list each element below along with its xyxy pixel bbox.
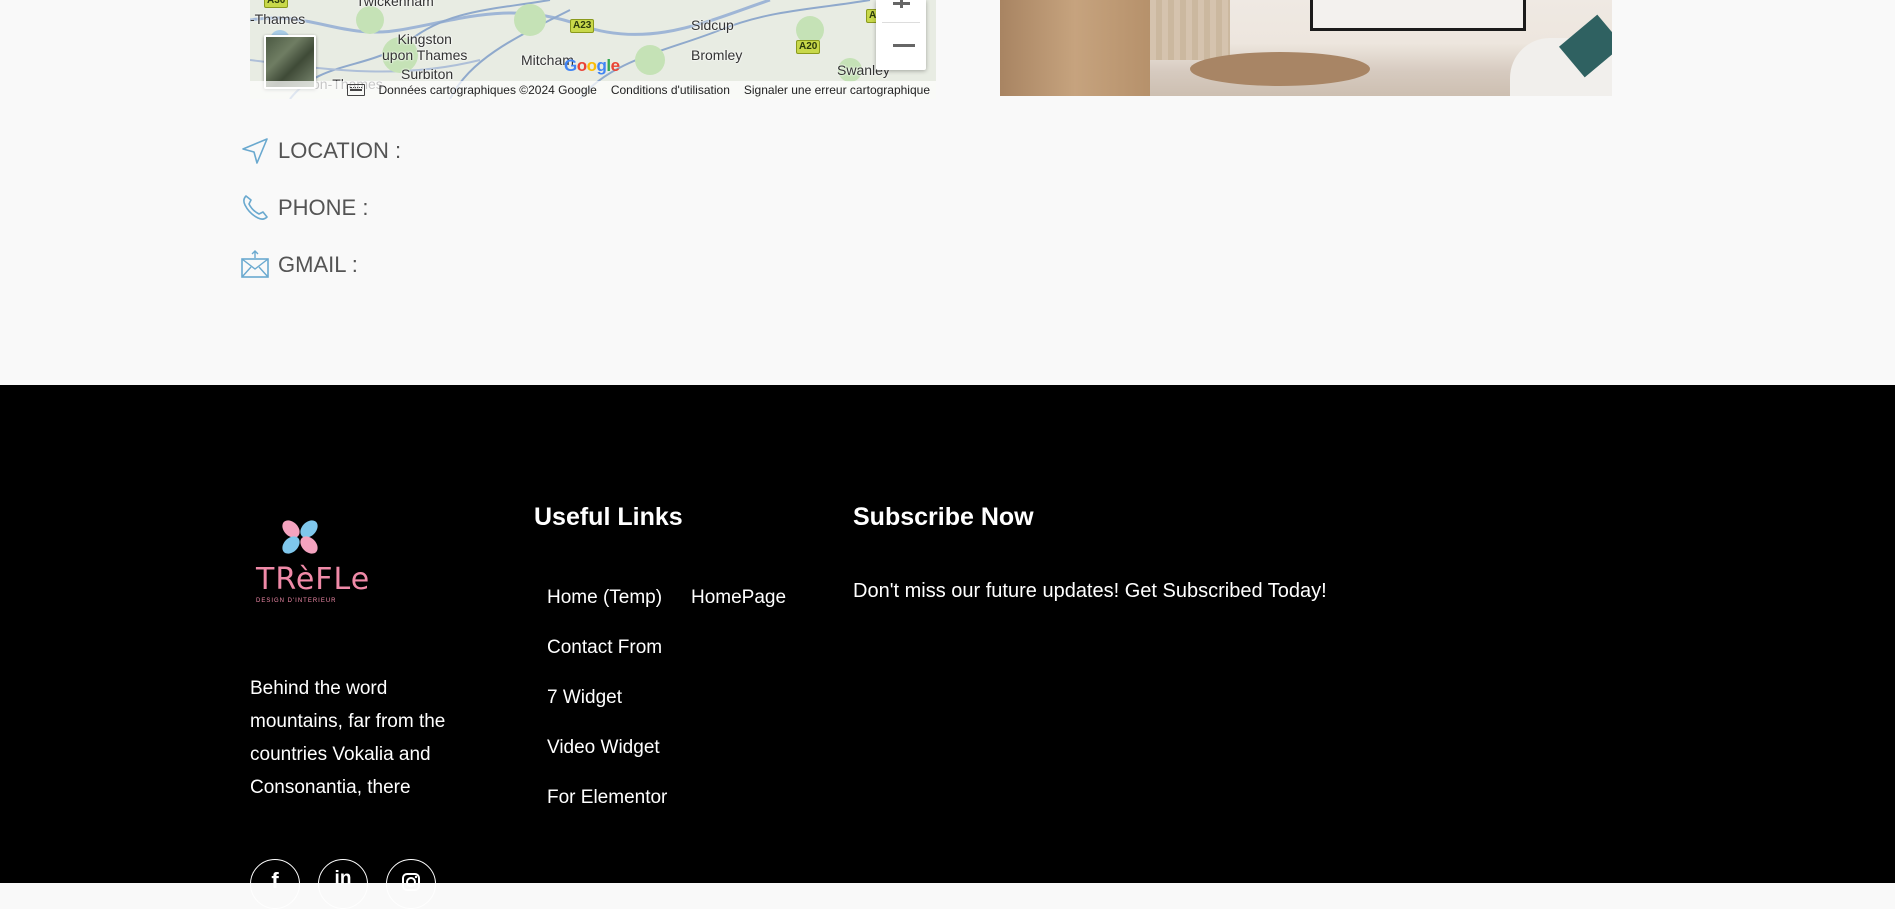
site-footer: TRèFLe DESIGN D'INTERIEUR Behind the wor… xyxy=(0,385,1895,909)
brand-tagline: DESIGN D'INTERIEUR xyxy=(256,598,337,604)
instagram-button[interactable] xyxy=(386,859,436,909)
facebook-icon: f xyxy=(271,868,279,893)
brand-logo[interactable]: TRèFLe DESIGN D'INTERIEUR xyxy=(250,512,369,604)
instagram-icon xyxy=(401,872,421,898)
map-report-error-link[interactable]: Signaler une erreur cartographique xyxy=(744,83,930,97)
map-attribution-bar: Données cartographiques ©2024 Google Con… xyxy=(250,81,936,99)
map-label-thames: -Thames xyxy=(250,11,306,27)
location-label: LOCATION : xyxy=(278,138,402,163)
keyboard-shortcuts-icon[interactable] xyxy=(346,84,365,96)
map-label-bromley: Bromley xyxy=(691,47,743,63)
map-data-attribution: Données cartographiques ©2024 Google xyxy=(378,83,597,97)
interior-photo xyxy=(1000,0,1612,96)
map-zoom-controls xyxy=(876,0,926,70)
linkedin-button[interactable]: in xyxy=(318,859,368,909)
footer-link-contact-from[interactable]: Contact From xyxy=(547,637,662,659)
photo-coffee-table xyxy=(1190,52,1370,86)
gmail-label: GMAIL : xyxy=(278,252,358,277)
contact-location: LOCATION : xyxy=(240,136,401,166)
photo-tv-frame xyxy=(1310,0,1526,31)
clover-icon xyxy=(282,520,318,554)
linkedin-icon: in xyxy=(334,868,352,889)
footer-link-home-temp[interactable]: Home (Temp) xyxy=(547,587,662,609)
map-label-sidcup: Sidcup xyxy=(691,17,734,33)
google-logo-letter: G xyxy=(564,56,577,75)
footer-link-for-elementor[interactable]: For Elementor xyxy=(547,787,667,809)
zoom-in-button[interactable] xyxy=(876,0,926,22)
map-label-twickenham: Twickenham xyxy=(356,0,434,9)
footer-link-video-widget[interactable]: Video Widget xyxy=(547,737,660,759)
contact-phone: PHONE : xyxy=(240,193,368,223)
useful-links-title: Useful Links xyxy=(534,503,683,531)
contact-gmail: GMAIL : xyxy=(240,250,358,280)
map-label-surbiton: Surbiton xyxy=(401,66,454,82)
road-badge-a23: A23 xyxy=(570,19,595,33)
facebook-button[interactable]: f xyxy=(250,859,300,909)
footer-link-homepage[interactable]: HomePage xyxy=(691,587,786,609)
mail-upload-icon xyxy=(241,250,269,278)
subscribe-title: Subscribe Now xyxy=(853,503,1034,531)
map-terms-link[interactable]: Conditions d'utilisation xyxy=(611,83,730,97)
google-logo-letter: g xyxy=(596,56,607,75)
zoom-divider xyxy=(882,22,920,23)
google-logo-letter: e xyxy=(610,56,620,75)
google-logo-letter: o xyxy=(576,56,587,75)
road-badge-a20: A20 xyxy=(796,40,821,54)
road-badge-a30: A30 xyxy=(264,0,289,8)
map-label-kingston: Kingston upon Thames xyxy=(382,31,468,63)
zoom-out-button[interactable] xyxy=(876,24,926,70)
brand-wordmark: TRèFLe xyxy=(256,562,371,597)
photo-wood-panel xyxy=(1000,0,1150,96)
phone-label: PHONE : xyxy=(278,195,369,220)
footer-about-text: Behind the word mountains, far from the … xyxy=(250,678,446,798)
subscribe-text: Don't miss our future updates! Get Subsc… xyxy=(853,580,1327,602)
navigation-arrow-icon xyxy=(242,138,268,164)
footer-link-7-widget[interactable]: 7 Widget xyxy=(547,687,622,709)
google-logo: Google xyxy=(564,56,620,76)
phone-icon xyxy=(243,195,268,220)
google-logo-letter: o xyxy=(586,56,597,75)
photo-wood-slats xyxy=(1150,0,1230,60)
google-map[interactable]: -Thames Twickenham Kingston upon Thames … xyxy=(250,0,936,99)
